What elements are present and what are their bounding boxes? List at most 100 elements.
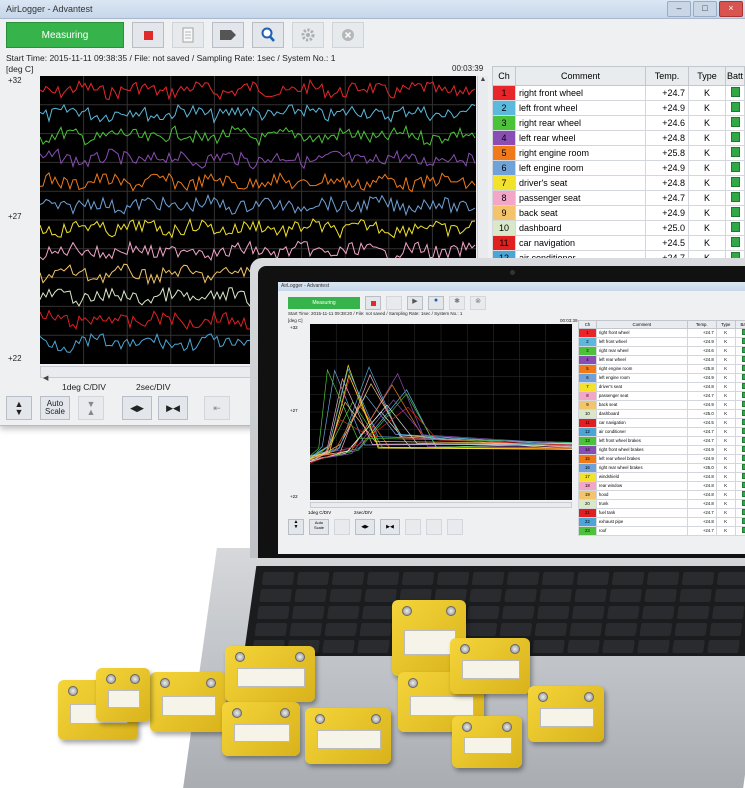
keyboard-key — [604, 623, 637, 636]
table-row[interactable]: 1right front wheel+24.7K — [493, 86, 745, 101]
table-row[interactable]: 8passenger seat+24.7K — [493, 191, 745, 206]
laptop-table-row[interactable]: 15left rear wheel brakes+24.9K — [579, 455, 745, 464]
keyboard-key — [709, 623, 742, 636]
close-measure-button[interactable] — [332, 22, 364, 48]
compress-horizontal-icon: ▶◀ — [166, 403, 180, 414]
laptop-channel-type: K — [716, 383, 735, 392]
table-row[interactable]: 4left rear wheel+24.8K — [493, 131, 745, 146]
close-window-button[interactable]: × — [719, 1, 743, 17]
laptop-marker-button[interactable]: ▶ — [407, 296, 423, 310]
table-row[interactable]: 6left engine room+24.9K — [493, 161, 745, 176]
x-expand-button[interactable]: ◀▶ — [122, 396, 152, 420]
table-row[interactable]: 5right engine room+25.8K — [493, 146, 745, 161]
channel-comment: left engine room — [516, 161, 646, 176]
marker-button[interactable] — [212, 22, 244, 48]
y-compress-button[interactable]: ▼▲ — [78, 396, 104, 420]
laptop-jump-start-button[interactable] — [405, 519, 421, 535]
laptop-export-button[interactable] — [386, 296, 402, 310]
column-header[interactable]: Type — [689, 67, 726, 86]
laptop-channel-number: 3 — [579, 347, 597, 356]
laptop-channel-battery — [735, 509, 745, 518]
laptop-table-row[interactable]: 20trunk+24.8K — [579, 500, 745, 509]
zoom-button[interactable] — [252, 22, 284, 48]
table-row[interactable]: 2left front wheel+24.9K — [493, 101, 745, 116]
laptop-cursor-button[interactable] — [426, 519, 442, 535]
column-header[interactable]: Comment — [516, 67, 646, 86]
laptop-x-expand-button[interactable]: ◀▶ — [355, 519, 375, 535]
laptop-table-row[interactable]: 11car navigation+24.5K — [579, 419, 745, 428]
laptop-table-row[interactable]: 21fuel tank+24.7K — [579, 509, 745, 518]
laptop-table-row[interactable]: 1right front wheel+24.7K — [579, 329, 745, 338]
laptop-settings-button[interactable]: ✱ — [449, 296, 465, 310]
laptop-table-row[interactable]: 13left front wheel brakes+24.7K — [579, 437, 745, 446]
laptop-auto-scale-button[interactable]: Auto Scale — [309, 519, 329, 535]
laptop-gear-icon: ✱ — [454, 298, 460, 305]
channel-temperature: +24.9 — [646, 161, 689, 176]
table-row[interactable]: 7driver's seat+24.8K — [493, 176, 745, 191]
channel-battery — [726, 236, 745, 251]
laptop-zoom-button[interactable]: ● — [428, 296, 444, 310]
laptop-table-row[interactable]: 23roof+24.7K — [579, 527, 745, 536]
terminal-screw-icon — [295, 652, 305, 662]
channel-temperature: +24.7 — [646, 191, 689, 206]
laptop-column-header[interactable]: Type — [716, 321, 735, 329]
table-row[interactable]: 10dashboard+25.0K — [493, 221, 745, 236]
settings-button[interactable] — [292, 22, 324, 48]
laptop-y-scale-button[interactable]: ▲▼ — [288, 519, 304, 535]
stop-button[interactable] — [132, 22, 164, 48]
x-compress-button[interactable]: ▶◀ — [158, 396, 188, 420]
table-row[interactable]: 3right rear wheel+24.6K — [493, 116, 745, 131]
laptop-table-row[interactable]: 4left rear wheel+24.8K — [579, 356, 745, 365]
laptop-waveform-chart[interactable] — [310, 324, 572, 500]
laptop-table-row[interactable]: 16right rear wheel brakes+25.0K — [579, 464, 745, 473]
laptop-close-button[interactable]: ⊗ — [470, 296, 486, 310]
column-header[interactable]: Ch — [493, 67, 516, 86]
laptop-jump-end-button[interactable] — [447, 519, 463, 535]
laptop-table-row[interactable]: 12air conditioner+24.7K — [579, 428, 745, 437]
column-header[interactable]: Temp. — [646, 67, 689, 86]
channel-number: 5 — [493, 146, 516, 161]
table-row[interactable]: 9back seat+24.9K — [493, 206, 745, 221]
y-scale-button[interactable]: ▲▼ — [6, 396, 32, 420]
laptop-stop-button[interactable] — [365, 296, 381, 310]
laptop-measuring-button[interactable]: Measuring — [288, 297, 360, 309]
maximize-button[interactable]: □ — [693, 1, 717, 17]
laptop-table-row[interactable]: 19hood+24.8K — [579, 491, 745, 500]
laptop-table-row[interactable]: 14right front wheel brakes+24.9K — [579, 446, 745, 455]
laptop-table-row[interactable]: 17windshield+24.8K — [579, 473, 745, 482]
laptop-channel-temperature: +24.9 — [687, 455, 716, 464]
laptop-y-compress-button[interactable] — [334, 519, 350, 535]
laptop-table-row[interactable]: 10dashboard+25.0K — [579, 410, 745, 419]
laptop-channel-temperature: +24.6 — [687, 347, 716, 356]
laptop-column-header[interactable]: Temp. — [687, 321, 716, 329]
column-header[interactable]: Batt — [726, 67, 745, 86]
laptop-horizontal-scrollbar[interactable] — [310, 502, 572, 508]
laptop-table-row[interactable]: 5right engine room+25.8K — [579, 365, 745, 374]
minimize-button[interactable]: – — [667, 1, 691, 17]
scroll-left-icon[interactable]: ◀ — [41, 375, 48, 382]
laptop-table-row[interactable]: 3right rear wheel+24.6K — [579, 347, 745, 356]
laptop-table-row[interactable]: 6left engine room+24.9K — [579, 374, 745, 383]
laptop-x-compress-button[interactable]: ▶◀ — [380, 519, 400, 535]
auto-scale-button[interactable]: Auto Scale — [40, 396, 70, 420]
scroll-up-icon[interactable]: ▲ — [478, 76, 488, 83]
laptop-table-row[interactable]: 18rear window+24.8K — [579, 482, 745, 491]
laptop-table-row[interactable]: 7driver's seat+24.8K — [579, 383, 745, 392]
laptop-table-row[interactable]: 2left front wheel+24.9K — [579, 338, 745, 347]
laptop-channel-comment: fuel tank — [596, 509, 687, 518]
laptop-table-row[interactable]: 22exhaust pipe+24.8K — [579, 518, 745, 527]
laptop-table-row[interactable]: 9back seat+24.9K — [579, 401, 745, 410]
laptop-column-header[interactable]: Ch — [579, 321, 597, 329]
laptop-column-header[interactable]: Comment — [596, 321, 687, 329]
export-button[interactable] — [172, 22, 204, 48]
jump-start-button[interactable]: ⇤ — [204, 396, 230, 420]
laptop-column-header[interactable]: Batt — [735, 321, 745, 329]
measuring-button[interactable]: Measuring — [6, 22, 124, 48]
table-row[interactable]: 11car navigation+24.5K — [493, 236, 745, 251]
sensor-label-sticker — [162, 696, 216, 716]
laptop-channel-number: 18 — [579, 482, 597, 491]
laptop-channel-temperature: +24.9 — [687, 401, 716, 410]
laptop-table-row[interactable]: 8passenger seat+24.7K — [579, 392, 745, 401]
keyboard-key — [467, 606, 500, 619]
channel-battery — [726, 86, 745, 101]
